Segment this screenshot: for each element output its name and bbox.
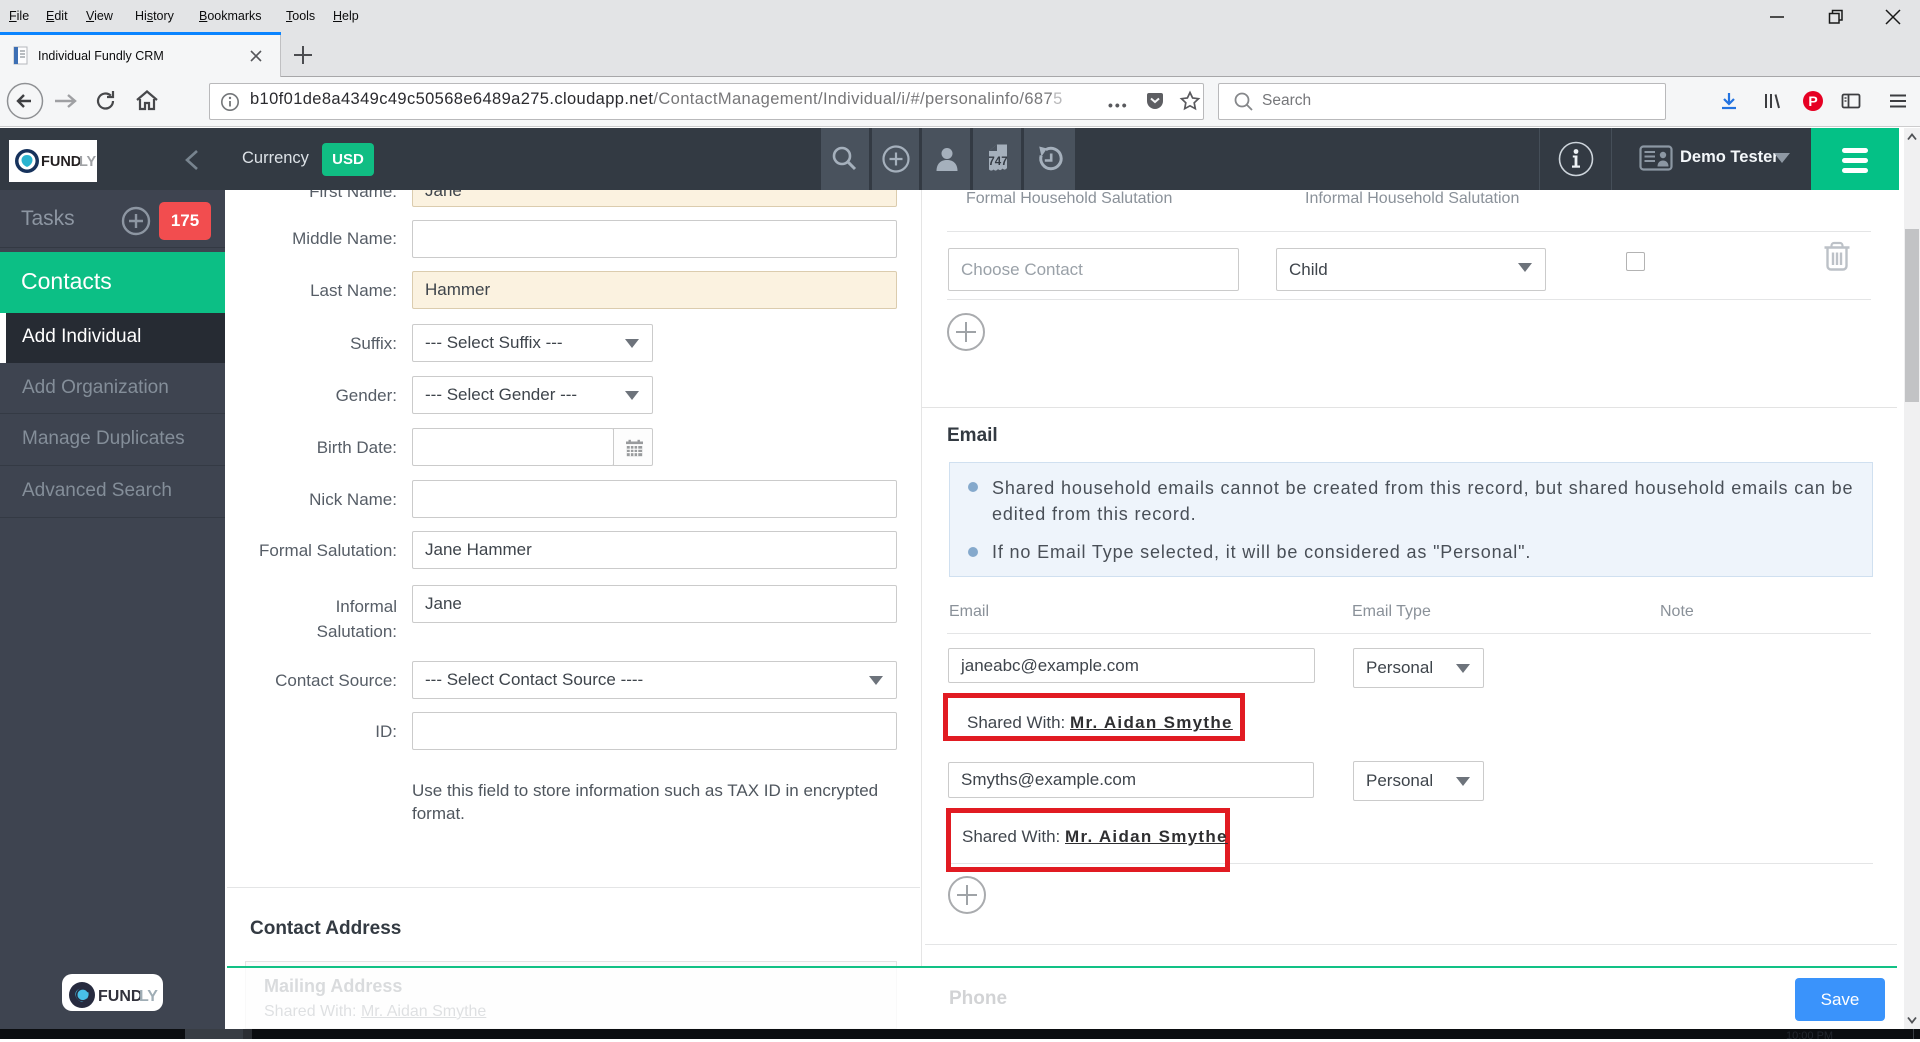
svg-text:P: P [1808, 93, 1817, 109]
svg-text:FUND: FUND [41, 154, 81, 170]
svg-text:FUND: FUND [98, 988, 142, 1005]
svg-text:747: 747 [988, 156, 1007, 168]
svg-text:LY: LY [79, 154, 97, 170]
svg-text:LY: LY [139, 988, 158, 1005]
